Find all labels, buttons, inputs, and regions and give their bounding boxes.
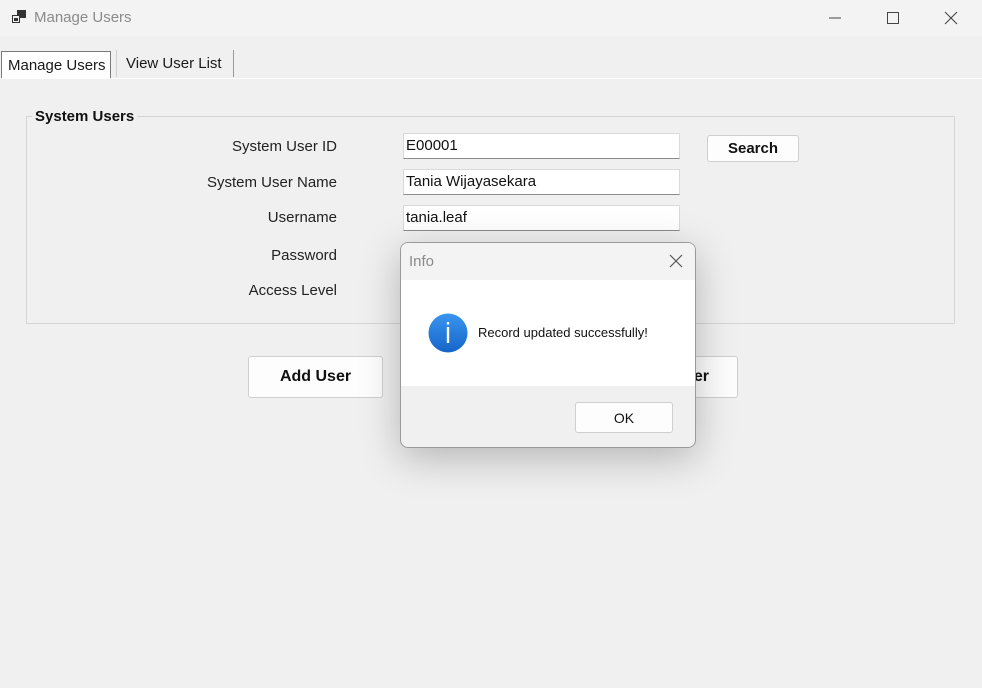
user-name-label: System User Name: [206, 174, 337, 191]
dialog-title: Info: [409, 253, 435, 270]
groupbox-title: System Users: [32, 108, 138, 125]
close-icon: [944, 11, 958, 25]
tab-view-user-list[interactable]: View User List: [116, 50, 234, 77]
tab-manage-users[interactable]: Manage Users: [1, 51, 111, 79]
info-icon: [428, 313, 468, 353]
username-field[interactable]: tania.leaf: [403, 205, 680, 231]
minimize-button[interactable]: [806, 0, 864, 36]
tab-page-divider: [0, 78, 982, 79]
ok-button[interactable]: OK: [575, 402, 673, 433]
user-id-label: System User ID: [231, 138, 337, 155]
app-window-icon: [12, 10, 26, 23]
window-title: Manage Users: [34, 9, 132, 26]
user-name-field[interactable]: Tania Wijayasekara: [403, 169, 680, 195]
dialog-title-bar: Info: [401, 243, 695, 280]
maximize-button[interactable]: [864, 0, 922, 36]
password-label: Password: [271, 247, 337, 264]
maximize-icon: [887, 12, 899, 24]
dialog-message: Record updated successfully!: [478, 325, 648, 340]
minimize-icon: [829, 17, 841, 19]
manage-users-window: Manage Users Manage Users View User List…: [0, 0, 982, 688]
title-bar: Manage Users: [0, 0, 982, 36]
dialog-body: Record updated successfully!: [401, 280, 695, 386]
search-button[interactable]: Search: [707, 135, 799, 162]
add-user-button[interactable]: Add User: [248, 356, 383, 398]
username-label: Username: [267, 209, 337, 226]
dialog-close-icon[interactable]: [667, 252, 685, 270]
user-id-field[interactable]: E00001: [403, 133, 680, 159]
info-dialog: Info Record updated successfully! OK: [400, 242, 696, 448]
access-level-label: Access Level: [248, 282, 337, 299]
close-button[interactable]: [922, 0, 980, 36]
